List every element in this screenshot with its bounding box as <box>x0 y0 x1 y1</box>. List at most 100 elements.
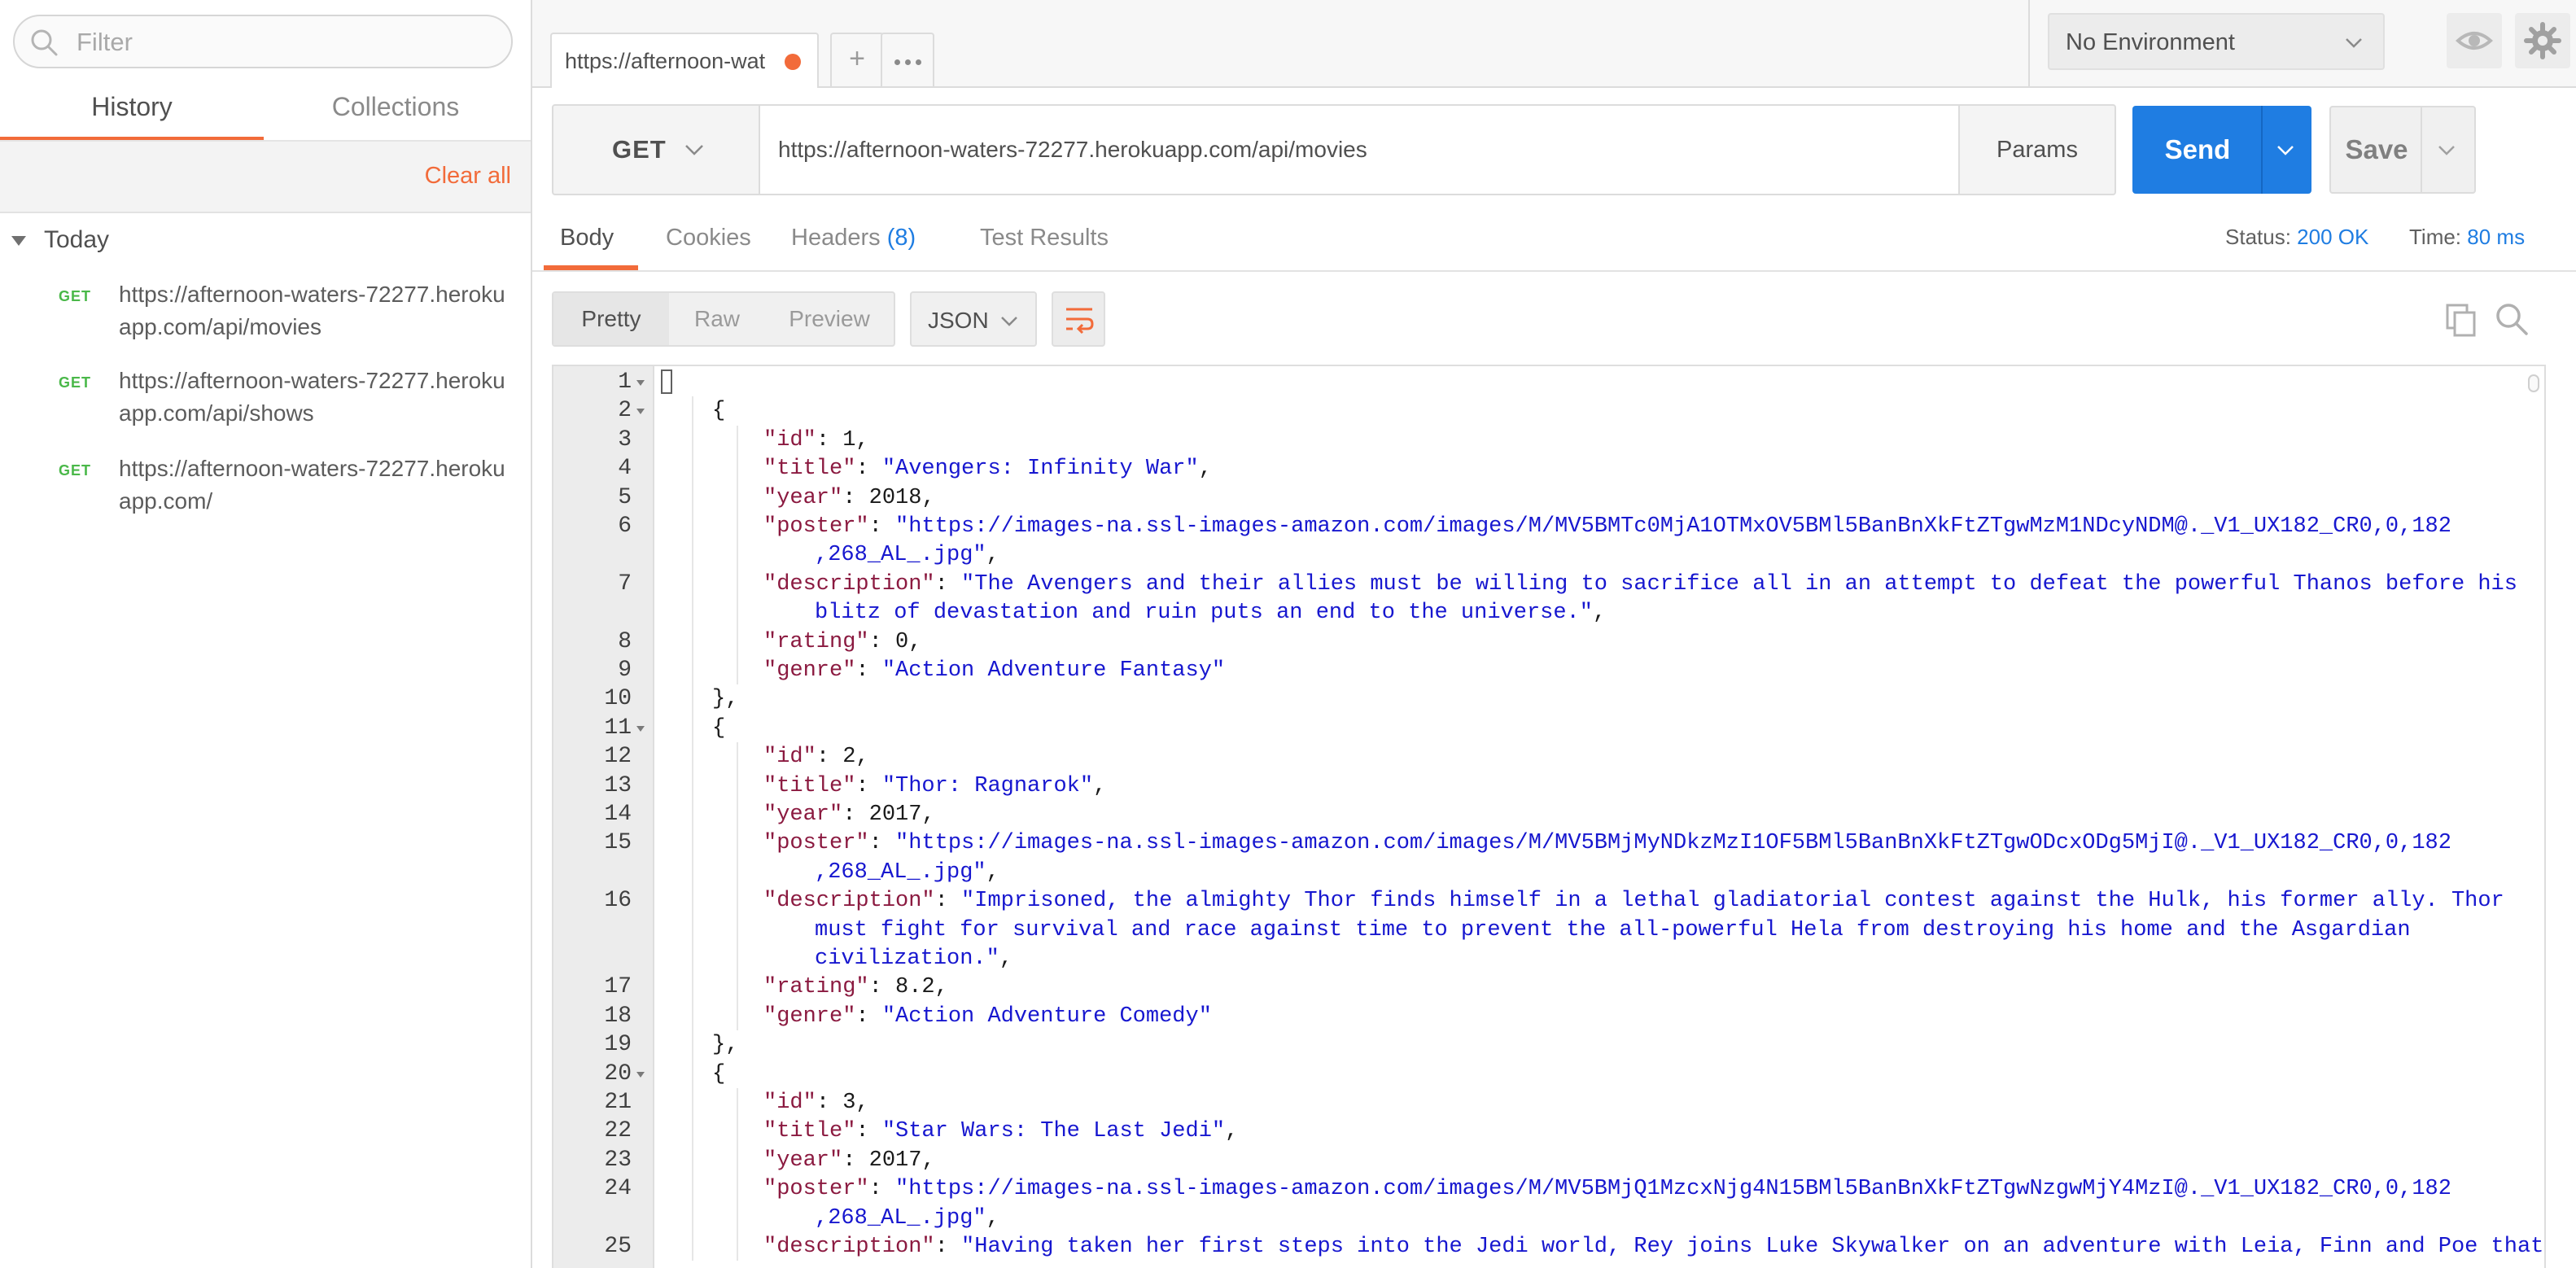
json-string: ,268_AL_.jpg" <box>815 543 986 568</box>
code-line: "rating": 8.2, <box>763 973 948 1002</box>
line-number: 3 <box>618 426 632 453</box>
code-line: "title": "Star Wars: The Last Jedi", <box>763 1117 1238 1146</box>
json-punctuation: , <box>1592 601 1607 626</box>
params-button[interactable]: Params <box>1958 106 2115 194</box>
wrap-lines-button[interactable] <box>1052 291 1105 347</box>
json-key: "id" <box>763 427 816 453</box>
code-line: "description": "The Avengers and their a… <box>763 570 2517 599</box>
environment-quick-look-button[interactable] <box>2447 13 2502 68</box>
tab-headers[interactable]: Headers (8) <box>791 225 916 251</box>
line-number <box>553 1204 632 1233</box>
code-line: must fight for survival and race against… <box>815 916 2411 945</box>
line-number: 11 <box>604 715 632 741</box>
json-string: ,268_AL_.jpg" <box>815 1205 986 1231</box>
json-string: "Action Adventure Fantasy" <box>881 658 1226 683</box>
scrollbar[interactable] <box>2528 374 2539 392</box>
json-punctuation: , <box>855 745 869 770</box>
view-pretty-button[interactable]: Pretty <box>553 293 669 345</box>
copy-icon[interactable] <box>2443 303 2479 339</box>
tab-collections[interactable]: Collections <box>264 85 527 142</box>
search-icon[interactable] <box>2494 301 2530 337</box>
code-line: ,268_AL_.jpg", <box>815 858 999 887</box>
indent-guide <box>692 396 693 1261</box>
environment-label: No Environment <box>2066 29 2235 55</box>
json-punctuation: , <box>921 1148 935 1173</box>
fold-arrow-icon[interactable] <box>636 1071 645 1078</box>
json-punctuation: }, <box>712 687 739 712</box>
json-punctuation: , <box>986 1205 999 1231</box>
json-string: civilization." <box>815 947 999 971</box>
json-key: "description" <box>763 571 935 597</box>
response-body-editor[interactable]: 1 2 3 4 5 6 7 8 9 10 11 12 13 14 15 16 17 18 19 20 21 22 23 24 2… <box>552 365 2546 1268</box>
history-item-method: GET <box>59 374 92 391</box>
line-number: 24 <box>604 1176 632 1202</box>
line-number: 18 <box>604 1003 632 1029</box>
json-string: "https://images-na.ssl-images-amazon.com… <box>895 514 2451 539</box>
view-preview-button[interactable]: Preview <box>765 293 894 345</box>
tab-test-results[interactable]: Test Results <box>980 225 1109 251</box>
request-tab[interactable]: https://afternoon-wat <box>550 33 819 88</box>
json-string: "https://images-na.ssl-images-amazon.com… <box>895 1177 2451 1202</box>
history-item[interactable]: GET https://afternoon-waters-72277.herok… <box>0 365 531 446</box>
more-tabs-button[interactable] <box>881 33 934 86</box>
sidebar: History Collections Clear all Today GET … <box>0 0 532 1268</box>
view-raw-button[interactable]: Raw <box>669 293 765 345</box>
send-button-label: Send <box>2164 134 2231 164</box>
history-item[interactable]: GET https://afternoon-waters-72277.herok… <box>0 278 531 360</box>
line-number: 4 <box>618 456 632 482</box>
code-line: "year": 2017, <box>763 1146 935 1175</box>
tab-history[interactable]: History <box>0 85 264 142</box>
json-key: "poster" <box>763 1177 869 1202</box>
fold-arrow-icon[interactable] <box>636 725 645 732</box>
json-number: 1 <box>842 427 856 453</box>
json-key: "genre" <box>763 658 856 683</box>
method-select[interactable]: GET <box>553 106 760 194</box>
wrap-lines-icon <box>1066 308 1094 334</box>
json-key: "rating" <box>763 975 869 1000</box>
status-label: Status: <box>2225 225 2291 249</box>
json-punctuation: : <box>868 514 896 539</box>
history-item[interactable]: GET https://afternoon-waters-72277.herok… <box>0 453 531 534</box>
filter-input[interactable] <box>77 26 500 59</box>
json-punctuation: : <box>855 773 882 798</box>
code-line: "genre": "Action Adventure Comedy" <box>763 1002 1212 1031</box>
tab-body[interactable]: Body <box>560 225 614 251</box>
tab-cookies[interactable]: Cookies <box>666 225 751 251</box>
code-line: "id": 1, <box>763 426 869 455</box>
filter-box[interactable] <box>13 15 513 68</box>
format-select[interactable]: JSON <box>910 291 1037 347</box>
json-number: 2017 <box>868 1148 922 1173</box>
json-punctuation: : <box>934 1235 962 1259</box>
clear-all-link[interactable]: Clear all <box>425 163 511 190</box>
json-key: "description" <box>763 889 935 914</box>
fold-arrow-icon[interactable] <box>636 409 645 415</box>
line-number: 16 <box>604 888 632 914</box>
environment-select[interactable]: No Environment <box>2048 13 2385 70</box>
json-punctuation: : <box>934 571 962 597</box>
code-line: ,268_AL_.jpg", <box>815 540 999 570</box>
gear-icon <box>2524 22 2561 59</box>
json-punctuation: : <box>868 629 896 654</box>
json-punctuation: , <box>855 1091 869 1115</box>
line-number: 12 <box>604 744 632 770</box>
line-number: 19 <box>604 1032 632 1058</box>
line-number: 7 <box>618 571 632 597</box>
manage-environments-button[interactable] <box>2515 13 2570 68</box>
add-tab-button[interactable]: + <box>830 33 884 86</box>
chevron-down-icon[interactable] <box>2435 138 2458 161</box>
json-punctuation: : <box>842 1148 869 1173</box>
history-item-method: GET <box>59 462 92 479</box>
save-button[interactable]: Save <box>2329 106 2476 194</box>
code-line: "description": "Having taken her first s… <box>763 1232 2543 1261</box>
json-punctuation: , <box>999 947 1013 971</box>
code-line: { <box>712 396 725 426</box>
url-input[interactable] <box>760 106 1958 194</box>
json-punctuation: : <box>934 889 962 914</box>
history-item-url: https://afternoon-waters-72277.herokuapp… <box>119 282 505 339</box>
json-punctuation: : <box>868 1177 896 1202</box>
time-label: Time: <box>2409 225 2462 249</box>
fold-arrow-icon[interactable] <box>636 380 645 386</box>
send-button[interactable]: Send <box>2132 106 2311 194</box>
json-punctuation: { <box>712 715 726 741</box>
chevron-down-icon[interactable] <box>2274 138 2297 161</box>
